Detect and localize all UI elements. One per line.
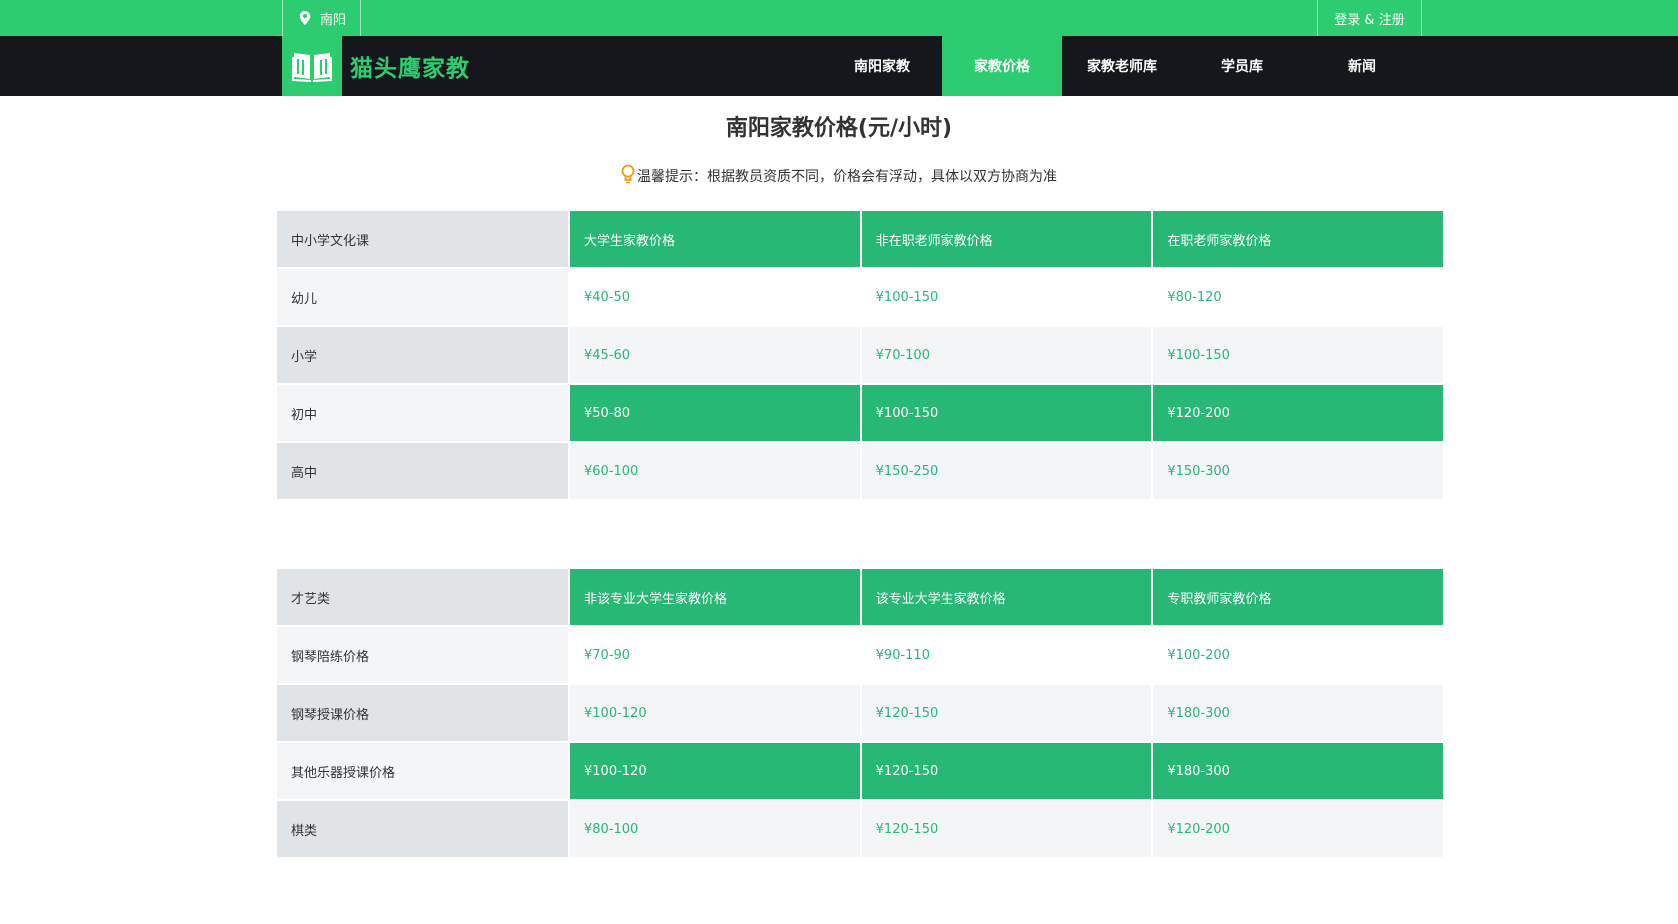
table-row: 钢琴陪练价格 ¥70-90 ¥90-110 ¥100-200 (277, 627, 1443, 683)
table-header-cell: 大学生家教价格 (570, 211, 860, 267)
table-header-cell: 非该专业大学生家教价格 (570, 569, 860, 625)
price-cell: ¥100-150 (861, 269, 1152, 325)
table-header-cell: 专职教师家教价格 (1153, 569, 1443, 625)
city-label: 南阳 (320, 12, 347, 28)
price-cell: ¥90-110 (861, 627, 1152, 683)
hint-text: 温馨提示：根据教员资质不同，价格会有浮动，具体以双方协商为准 (637, 169, 1057, 185)
row-label: 高中 (277, 443, 568, 499)
price-cell: ¥120-150 (861, 743, 1152, 799)
table-header-cell: 中小学文化课 (277, 211, 568, 267)
table-header-cell: 才艺类 (277, 569, 568, 625)
table-header-row: 中小学文化课 大学生家教价格 非在职老师家教价格 在职老师家教价格 (277, 211, 1443, 267)
nav-item-nanyang-tutor[interactable]: 南阳家教 (822, 36, 942, 96)
price-cell: ¥60-100 (570, 443, 860, 499)
table-row: 钢琴授课价格 ¥100-120 ¥120-150 ¥180-300 (277, 685, 1443, 741)
row-label: 幼儿 (277, 269, 568, 325)
table-row: 初中 ¥50-80 ¥100-150 ¥120-200 (277, 385, 1443, 441)
table-row: 棋类 ¥80-100 ¥120-150 ¥120-200 (277, 801, 1443, 857)
top-bar (0, 0, 1678, 36)
price-hint: 温馨提示：根据教员资质不同，价格会有浮动，具体以双方协商为准 (0, 164, 1678, 188)
price-cell: ¥70-90 (570, 627, 860, 683)
price-cell: ¥120-150 (861, 685, 1152, 741)
price-cell: ¥70-100 (861, 327, 1152, 383)
arts-price-table: 才艺类 非该专业大学生家教价格 该专业大学生家教价格 专职教师家教价格 钢琴陪练… (275, 567, 1445, 859)
nav-item-tutor-price[interactable]: 家教价格 (942, 36, 1062, 96)
row-label: 初中 (277, 385, 568, 441)
table-header-row: 才艺类 非该专业大学生家教价格 该专业大学生家教价格 专职教师家教价格 (277, 569, 1443, 625)
row-label: 小学 (277, 327, 568, 383)
price-cell: ¥180-300 (1153, 685, 1443, 741)
table-row: 高中 ¥60-100 ¥150-250 ¥150-300 (277, 443, 1443, 499)
table-header-cell: 该专业大学生家教价格 (861, 569, 1152, 625)
row-label: 其他乐器授课价格 (277, 743, 568, 799)
row-label: 棋类 (277, 801, 568, 857)
price-cell: ¥100-150 (1153, 327, 1443, 383)
price-cell: ¥100-120 (570, 685, 860, 741)
lightbulb-icon (621, 164, 635, 184)
table-row: 小学 ¥45-60 ¥70-100 ¥100-150 (277, 327, 1443, 383)
price-cell: ¥150-250 (861, 443, 1152, 499)
row-label: 钢琴陪练价格 (277, 627, 568, 683)
price-cell: ¥50-80 (570, 385, 860, 441)
nav-item-student-library[interactable]: 学员库 (1182, 36, 1302, 96)
price-cell: ¥120-200 (1153, 385, 1443, 441)
open-book-icon (292, 53, 332, 82)
city-selector[interactable]: 南阳 (282, 0, 361, 36)
page-title: 南阳家教价格(元/小时) (725, 116, 953, 141)
login-register-link[interactable]: 登录 & 注册 (1317, 0, 1422, 36)
table-header-cell: 在职老师家教价格 (1153, 211, 1443, 267)
price-cell: ¥80-120 (1153, 269, 1443, 325)
price-cell: ¥45-60 (570, 327, 860, 383)
logo[interactable] (282, 36, 342, 96)
price-cell: ¥150-300 (1153, 443, 1443, 499)
price-cell: ¥80-100 (570, 801, 860, 857)
brand-name[interactable]: 猫头鹰家教 (350, 36, 470, 96)
price-cell: ¥120-150 (861, 801, 1152, 857)
location-pin-icon (299, 11, 311, 25)
price-cell: ¥180-300 (1153, 743, 1443, 799)
price-cell: ¥40-50 (570, 269, 860, 325)
row-label: 钢琴授课价格 (277, 685, 568, 741)
academic-price-table: 中小学文化课 大学生家教价格 非在职老师家教价格 在职老师家教价格 幼儿 ¥40… (275, 209, 1445, 501)
price-cell: ¥100-150 (861, 385, 1152, 441)
price-cell: ¥100-200 (1153, 627, 1443, 683)
price-cell: ¥120-200 (1153, 801, 1443, 857)
table-header-cell: 非在职老师家教价格 (861, 211, 1152, 267)
table-row: 其他乐器授课价格 ¥100-120 ¥120-150 ¥180-300 (277, 743, 1443, 799)
nav-item-news[interactable]: 新闻 (1302, 36, 1422, 96)
table-row: 幼儿 ¥40-50 ¥100-150 ¥80-120 (277, 269, 1443, 325)
nav-item-teacher-library[interactable]: 家教老师库 (1062, 36, 1182, 96)
price-cell: ¥100-120 (570, 743, 860, 799)
